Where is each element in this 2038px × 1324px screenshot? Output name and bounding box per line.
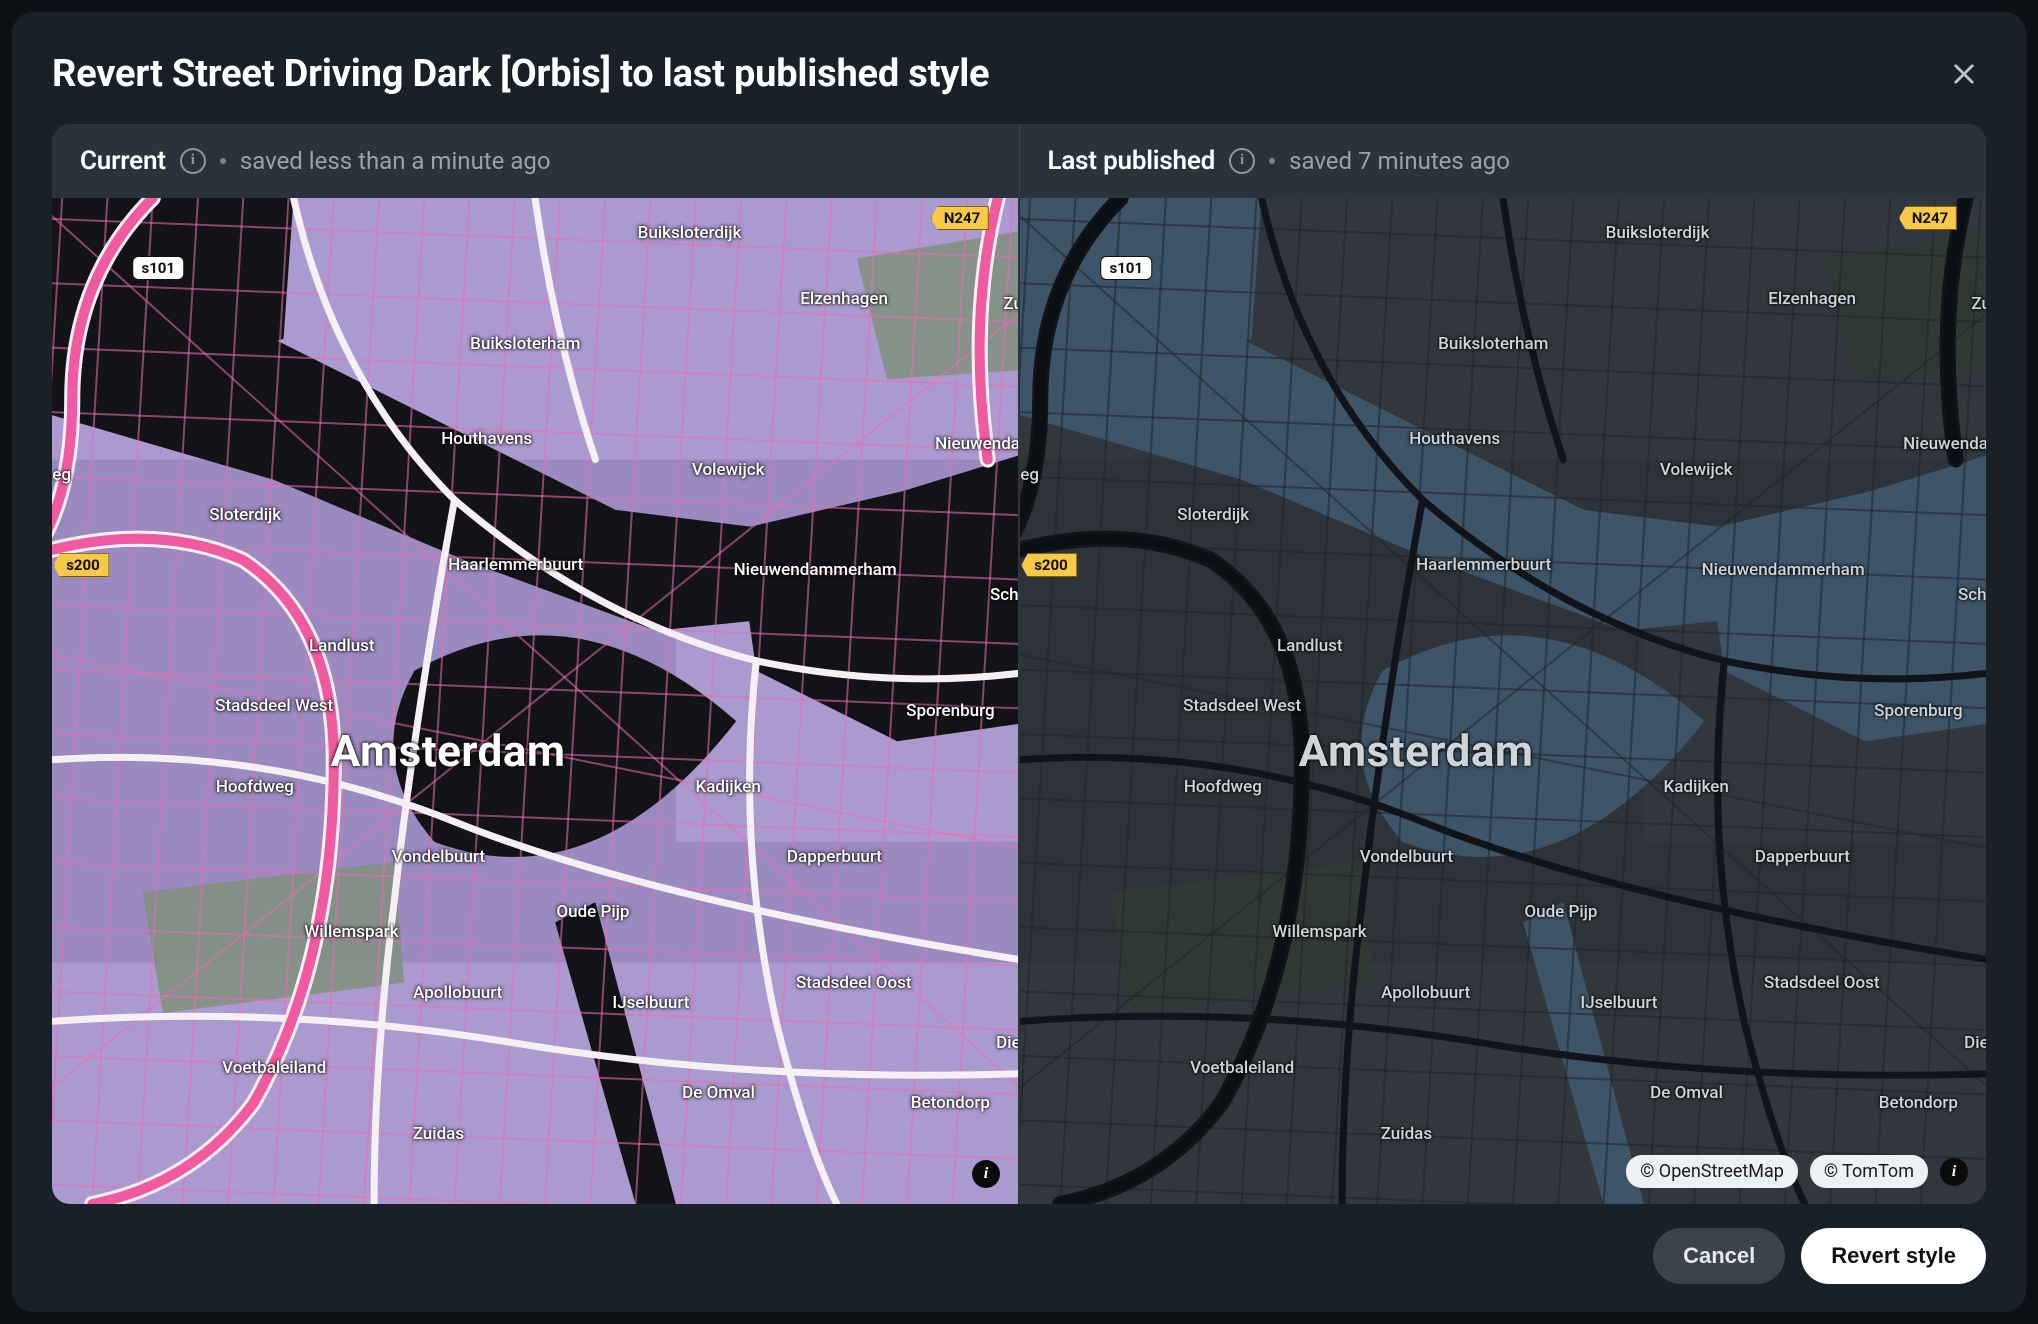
published-column-header: Last published i saved 7 minutes ago <box>1019 124 1987 197</box>
close-button[interactable] <box>1942 52 1986 96</box>
revert-style-button[interactable]: Revert style <box>1801 1228 1986 1284</box>
cancel-button[interactable]: Cancel <box>1653 1228 1785 1284</box>
map-pane-published[interactable]: © OpenStreetMap © TomTom i AmsterdamBuik… <box>1018 198 1986 1204</box>
page-root: Revert Street Driving Dark [Orbis] to la… <box>0 0 2038 1324</box>
attribution-osm[interactable]: © OpenStreetMap <box>1626 1155 1798 1188</box>
published-title: Last published <box>1048 146 1216 176</box>
dialog-title: Revert Street Driving Dark [Orbis] to la… <box>52 52 989 96</box>
compare-card: Current i saved less than a minute ago L… <box>52 124 1986 1204</box>
current-title: Current <box>80 146 166 176</box>
close-icon <box>1950 60 1978 88</box>
separator-dot <box>1269 158 1275 164</box>
compare-header: Current i saved less than a minute ago L… <box>52 124 1986 198</box>
map-attribution: © OpenStreetMap © TomTom i <box>1626 1155 1968 1188</box>
info-icon[interactable]: i <box>180 148 206 174</box>
published-subtitle: saved 7 minutes ago <box>1289 147 1510 175</box>
current-subtitle: saved less than a minute ago <box>240 147 551 175</box>
map-surface <box>1020 198 1986 1204</box>
info-icon[interactable]: i <box>972 1160 1000 1188</box>
dialog-header: Revert Street Driving Dark [Orbis] to la… <box>52 52 1986 96</box>
attribution-tomtom[interactable]: © TomTom <box>1810 1155 1928 1188</box>
current-column-header: Current i saved less than a minute ago <box>52 124 1019 197</box>
info-icon[interactable]: i <box>1229 148 1255 174</box>
map-surface <box>52 198 1018 1204</box>
map-attribution: i <box>972 1160 1000 1188</box>
separator-dot <box>220 158 226 164</box>
map-pane-current[interactable]: i AmsterdamBuiksloterdijkElzenhagenZuBui… <box>52 198 1018 1204</box>
info-icon[interactable]: i <box>1940 1158 1968 1186</box>
dialog-footer: Cancel Revert style <box>52 1204 1986 1284</box>
revert-style-dialog: Revert Street Driving Dark [Orbis] to la… <box>12 12 2026 1312</box>
compare-body: i AmsterdamBuiksloterdijkElzenhagenZuBui… <box>52 198 1986 1204</box>
